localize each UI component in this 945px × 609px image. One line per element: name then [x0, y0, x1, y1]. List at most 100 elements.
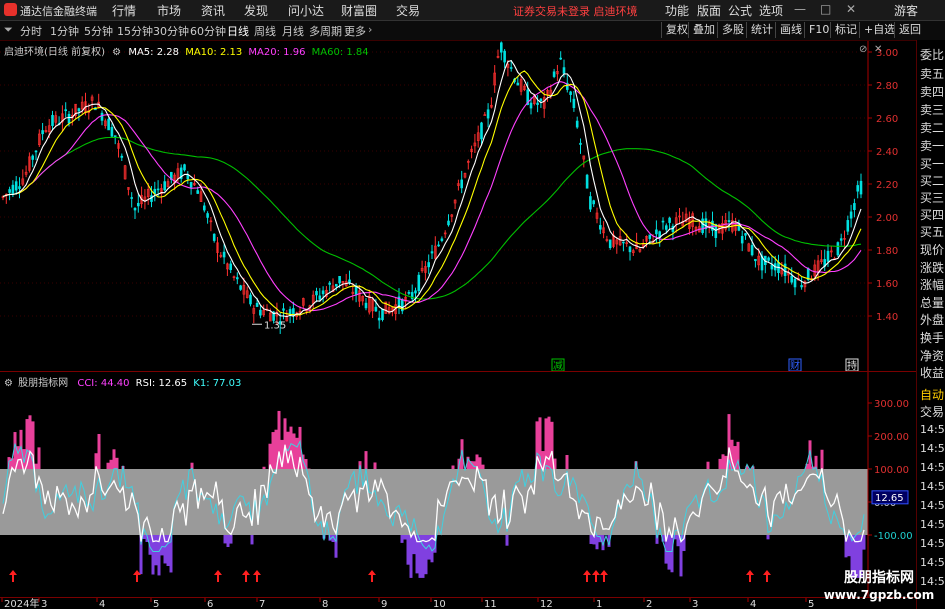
login-status: 证券交易未登录 启迪环境 — [513, 5, 638, 18]
settings-gear-icon[interactable]: ⚙ — [112, 47, 121, 58]
guest-label[interactable]: 游客 — [894, 2, 918, 19]
cci-upper-spike — [34, 463, 38, 469]
cci-upper-spike — [115, 457, 119, 469]
price-tick-label: 2.60 — [876, 114, 898, 125]
trade-tab[interactable]: 交易 — [920, 403, 944, 420]
candle-body — [189, 182, 193, 188]
period-tab-1min[interactable]: 1分钟 — [50, 23, 79, 39]
draw-line-button[interactable]: 画线 — [775, 22, 806, 38]
candle-body — [793, 278, 797, 288]
cci-lower-spike — [766, 535, 770, 540]
quote-ask3-label: 卖三 — [920, 103, 945, 117]
candle-body — [67, 113, 71, 124]
menu-item-markets[interactable]: 市场 — [157, 2, 181, 19]
menu-item-trade[interactable]: 交易 — [396, 2, 420, 19]
candle-body — [259, 309, 262, 316]
indicator-chart[interactable]: 300.00200.00100.000.00-100.0012.65 — [0, 372, 916, 597]
candle-body — [460, 179, 464, 189]
candle-body — [661, 220, 665, 223]
candle-body — [750, 245, 754, 256]
buy-arrow-icon — [9, 570, 17, 582]
period-tab-60min[interactable]: 60分钟 — [190, 23, 226, 39]
cci-upper-spike — [112, 449, 116, 469]
ma10-name: MA10 — [185, 47, 214, 58]
menu-item-ask[interactable]: 问小达 — [288, 2, 324, 19]
chart-close-icon[interactable]: ✕ — [874, 44, 882, 55]
statistics-button[interactable]: 统计 — [746, 22, 777, 38]
candle-body — [503, 50, 506, 63]
maximize-icon[interactable]: □ — [820, 2, 831, 16]
period-tab-weekly[interactable]: 周线 — [254, 23, 276, 39]
quote-price-label: 现价 — [920, 243, 945, 257]
buy-arrow-icon — [583, 570, 591, 582]
tick-time: 14:56 — [920, 423, 945, 436]
candlestick-chart[interactable]: 3.203.002.802.602.402.202.001.801.601.40… — [0, 41, 916, 371]
period-tab-15min[interactable]: 15分钟 — [117, 23, 153, 39]
cci-name: CCI — [77, 378, 95, 389]
period-tab-minute[interactable]: 分时 — [20, 23, 42, 39]
date-tick-label: 5 — [153, 599, 159, 609]
candle-body — [364, 302, 368, 309]
period-tab-30min[interactable]: 30分钟 — [153, 23, 189, 39]
candle-body — [206, 213, 209, 218]
more-chevron-icon[interactable]: › — [368, 23, 372, 36]
indicator-tick-label: 100.00 — [874, 465, 909, 476]
period-tab-multi[interactable]: 多周期 — [309, 23, 342, 39]
quote-outer-label: 外盘 — [920, 313, 945, 327]
period-tab-5min[interactable]: 5分钟 — [84, 23, 113, 39]
main-legend: 启迪环境(日线 前复权) ⚙ MA5: 2.28 MA10: 2.13 MA20… — [4, 47, 369, 58]
period-tab-daily[interactable]: 日线 — [227, 23, 249, 39]
back-button[interactable]: 返回 — [894, 22, 925, 38]
candle-body — [381, 308, 384, 321]
menu-item-wealth[interactable]: 财富圈 — [341, 2, 377, 19]
cci-upper-spike — [565, 455, 569, 469]
candle-body — [77, 108, 81, 112]
close-icon[interactable]: ✕ — [846, 2, 856, 16]
menu-item-market[interactable]: 行情 — [112, 2, 136, 19]
mark-button[interactable]: 标记 — [830, 22, 861, 38]
candle-body — [338, 275, 341, 284]
cci-lower-spike — [154, 535, 158, 566]
cci-lower-spike — [160, 535, 164, 556]
cci-lower-spike — [862, 535, 866, 550]
candle-body — [552, 71, 556, 77]
menu-item-options[interactable]: 选项 — [759, 2, 783, 19]
toolbar-toggle-icon[interactable]: ⏷ — [4, 23, 13, 37]
candle-body — [668, 217, 671, 223]
f10-button[interactable]: F10 — [804, 22, 833, 38]
menu-item-formula[interactable]: 公式 — [728, 2, 752, 19]
auto-tab[interactable]: 自动 — [920, 386, 944, 403]
date-tick-label: 8 — [322, 599, 328, 609]
menu-item-layout[interactable]: 版面 — [697, 2, 721, 19]
date-tick-label: 10 — [433, 599, 446, 609]
quote-earnings-label: 收益 — [920, 366, 945, 380]
period-tab-more[interactable]: 更多 — [344, 23, 366, 39]
buy-arrow-icon — [253, 570, 261, 582]
tick-time: 14:56 — [920, 461, 945, 474]
multi-stock-button[interactable]: 多股 — [717, 22, 748, 38]
minimize-icon[interactable]: — — [794, 2, 806, 16]
cci-lower-spike — [403, 535, 407, 540]
chart-zoom-icon[interactable]: ⊘ — [859, 44, 867, 55]
menu-item-news[interactable]: 资讯 — [201, 2, 225, 19]
tick-time: 14:56 — [920, 518, 945, 531]
price-tick-label: 2.00 — [876, 213, 898, 224]
candle-body — [447, 220, 450, 226]
cci-lower-spike — [670, 535, 674, 573]
candle-body — [664, 225, 668, 230]
period-tab-monthly[interactable]: 月线 — [282, 23, 304, 39]
stock-label: 启迪环境(日线 前复权) — [4, 47, 105, 58]
date-tick-label: 1 — [596, 599, 602, 609]
indicator-settings-icon[interactable]: ⚙ — [4, 378, 13, 389]
buy-arrow-icon — [214, 570, 222, 582]
overlay-button[interactable]: 叠加 — [688, 22, 719, 38]
quote-net-asset-label: 净资 — [920, 349, 945, 363]
menu-item-function[interactable]: 功能 — [665, 2, 689, 19]
candle-body — [648, 234, 652, 239]
candle-body — [539, 98, 543, 102]
buy-arrow-icon — [600, 570, 608, 582]
price-tick-label: 2.80 — [876, 81, 898, 92]
cci-lower-spike — [250, 535, 254, 545]
menu-item-discover[interactable]: 发现 — [244, 2, 268, 19]
cci-upper-spike — [547, 416, 551, 469]
